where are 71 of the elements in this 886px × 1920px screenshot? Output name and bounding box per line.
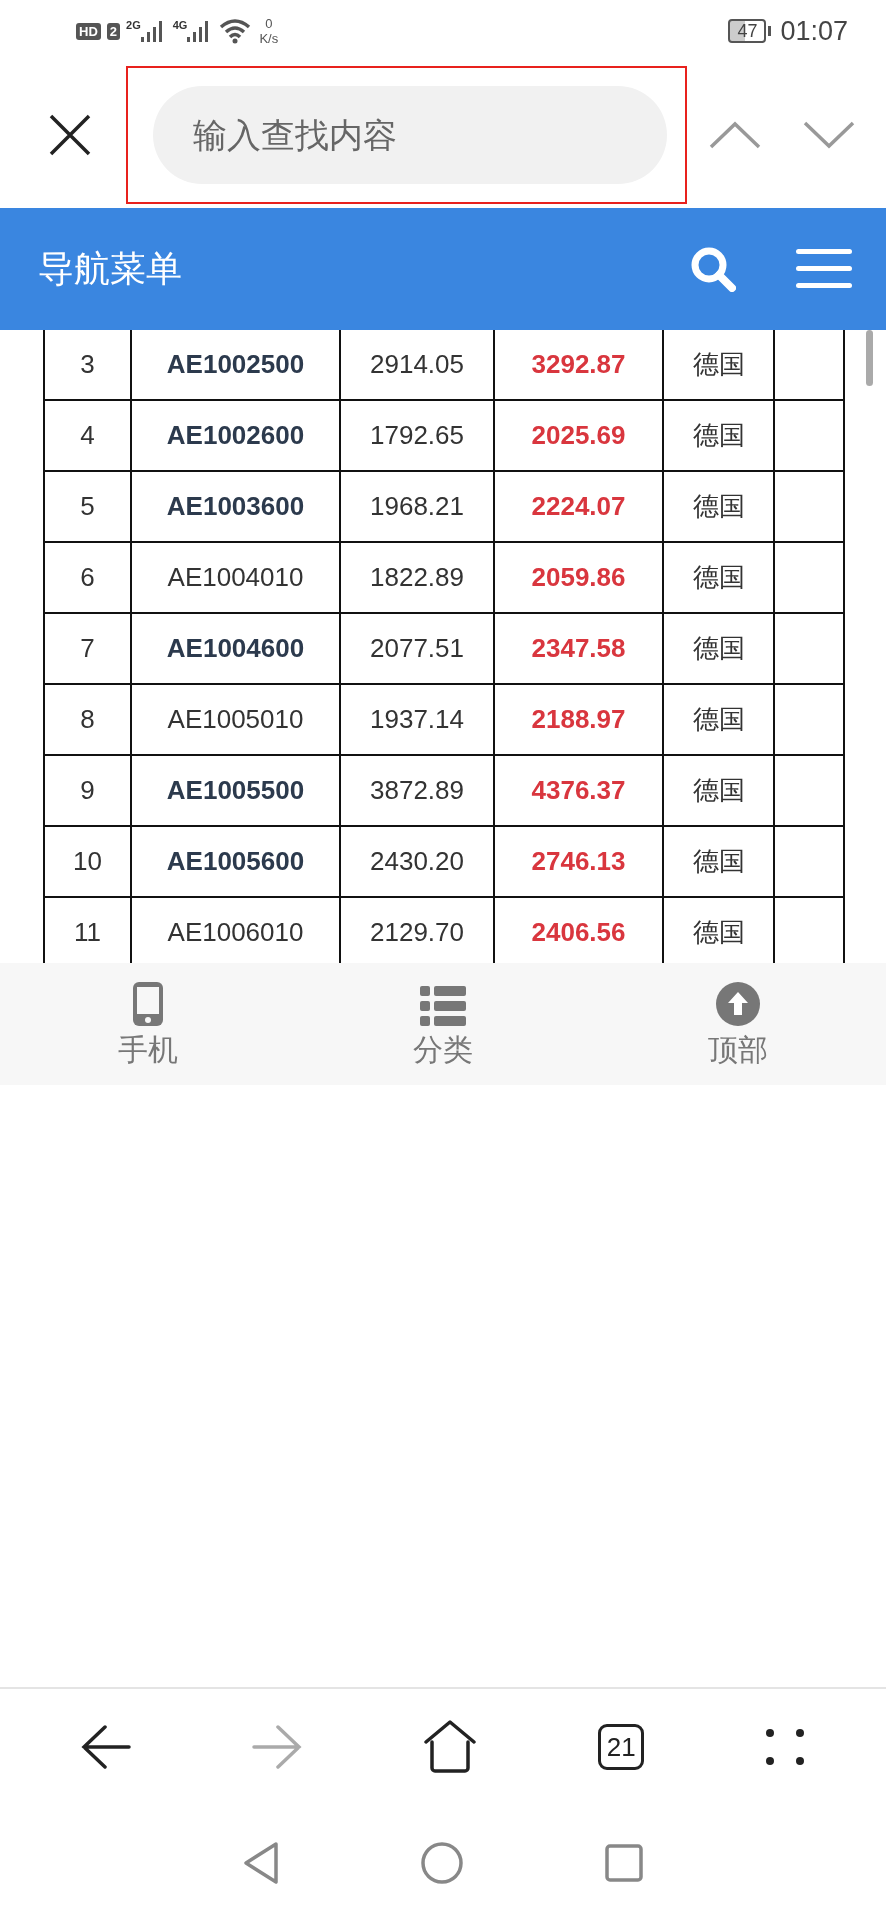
table-cell: 德国 — [663, 330, 774, 400]
table-cell: 2430.20 — [340, 826, 494, 897]
table-cell: 2347.58 — [494, 613, 663, 684]
table-cell: 德国 — [663, 471, 774, 542]
phone-icon — [132, 981, 163, 1026]
table-cell: 4376.37 — [494, 755, 663, 826]
battery-cap-icon — [767, 26, 773, 36]
table-cell: 9 — [44, 755, 131, 826]
network-label: 2G — [126, 19, 141, 31]
table-cell: AE1005600 — [131, 826, 340, 897]
table-cell: 德国 — [663, 826, 774, 897]
close-icon[interactable] — [48, 113, 92, 157]
table-cell: 1937.14 — [340, 684, 494, 755]
table-cell: 3292.87 — [494, 330, 663, 400]
more-dots-icon[interactable] — [765, 1728, 806, 1766]
table-cell: 2224.07 — [494, 471, 663, 542]
table-cell: AE1005010 — [131, 684, 340, 755]
table-cell: 2914.05 — [340, 330, 494, 400]
table-cell: 德国 — [663, 542, 774, 613]
search-icon[interactable] — [690, 246, 736, 292]
table-cell: 德国 — [663, 613, 774, 684]
table-cell: 6 — [44, 542, 131, 613]
speed-unit: K/s — [259, 31, 279, 46]
tab-label[interactable]: 手机 — [117, 1029, 178, 1071]
table-cell: 2188.97 — [494, 684, 663, 755]
scrollbar — [866, 330, 873, 386]
table-cell: AE1002600 — [131, 400, 340, 471]
table-cell: 5 — [44, 471, 131, 542]
table-cell: 10 — [44, 826, 131, 897]
table-cell: AE1003600 — [131, 471, 340, 542]
network-label: 4G — [172, 19, 188, 31]
table-cell: AE1004010 — [131, 542, 340, 613]
hd-badge: HD — [76, 22, 101, 40]
tab-count-button[interactable]: 21 — [598, 1724, 645, 1770]
table-cell: 3872.89 — [340, 755, 494, 826]
table-cell: 4 — [44, 400, 131, 471]
table-cell: 8 — [44, 684, 131, 755]
wifi-icon — [219, 18, 252, 44]
square-icon[interactable] — [604, 1842, 644, 1883]
page-title: 导航菜单 — [38, 246, 183, 291]
table-cell: 2746.13 — [494, 826, 663, 897]
table-cell: 2059.86 — [494, 542, 663, 613]
tab-label[interactable]: 顶部 — [708, 1029, 769, 1071]
speed-value: 0 — [265, 16, 273, 31]
tab-label[interactable]: 分类 — [413, 1029, 473, 1071]
table-cell: 3 — [44, 330, 131, 400]
chevron-up-icon[interactable] — [709, 121, 761, 149]
table-cell: 德国 — [663, 400, 774, 471]
search-field[interactable]: 输入查找内容 — [153, 86, 667, 184]
table-cell: 德国 — [663, 684, 774, 755]
list-icon — [420, 985, 466, 1026]
back-arrow-icon[interactable] — [80, 1725, 131, 1769]
table-cell: AE1005500 — [131, 755, 340, 826]
table-cell: 7 — [44, 613, 131, 684]
table-cell: 德国 — [663, 755, 774, 826]
menu-icon[interactable] — [796, 248, 852, 290]
table-cell: 1822.89 — [340, 542, 494, 613]
home-icon[interactable] — [422, 1720, 477, 1774]
table-cell: AE1004600 — [131, 613, 340, 684]
home-circle-icon[interactable] — [420, 1840, 464, 1885]
chevron-down-icon[interactable] — [803, 121, 855, 149]
table-cell: 2077.51 — [340, 613, 494, 684]
clock-time: 01:07 — [780, 15, 848, 47]
table-cell: 1792.65 — [340, 400, 494, 471]
back-triangle-icon[interactable] — [242, 1840, 280, 1885]
battery-indicator: 47 — [728, 19, 767, 43]
table-cell: 1968.21 — [340, 471, 494, 542]
up-arrow-circle-icon — [716, 981, 761, 1026]
sim-badge: 2 — [106, 22, 120, 40]
table-cell: AE1002500 — [131, 330, 340, 400]
table-cell: 2025.69 — [494, 400, 663, 471]
